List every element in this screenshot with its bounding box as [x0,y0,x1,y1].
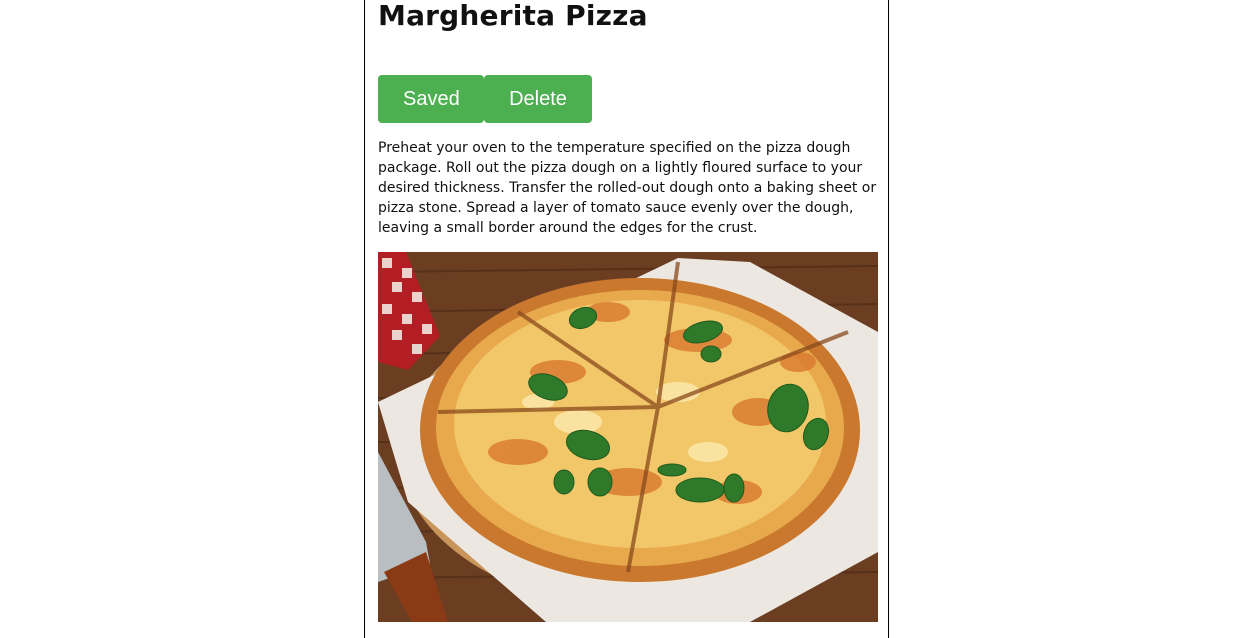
recipe-title: Margherita Pizza [378,0,648,32]
saved-button[interactable]: Saved [378,75,484,123]
delete-button[interactable]: Delete [484,75,592,123]
recipe-description: Preheat your oven to the temperature spe… [378,140,877,236]
recipe-actions: Saved Delete [378,75,592,123]
pizza-photo [378,252,878,622]
recipe-card: Margherita Pizza Saved Delete Preheat yo… [364,0,889,638]
pizza-illustration [378,252,878,622]
